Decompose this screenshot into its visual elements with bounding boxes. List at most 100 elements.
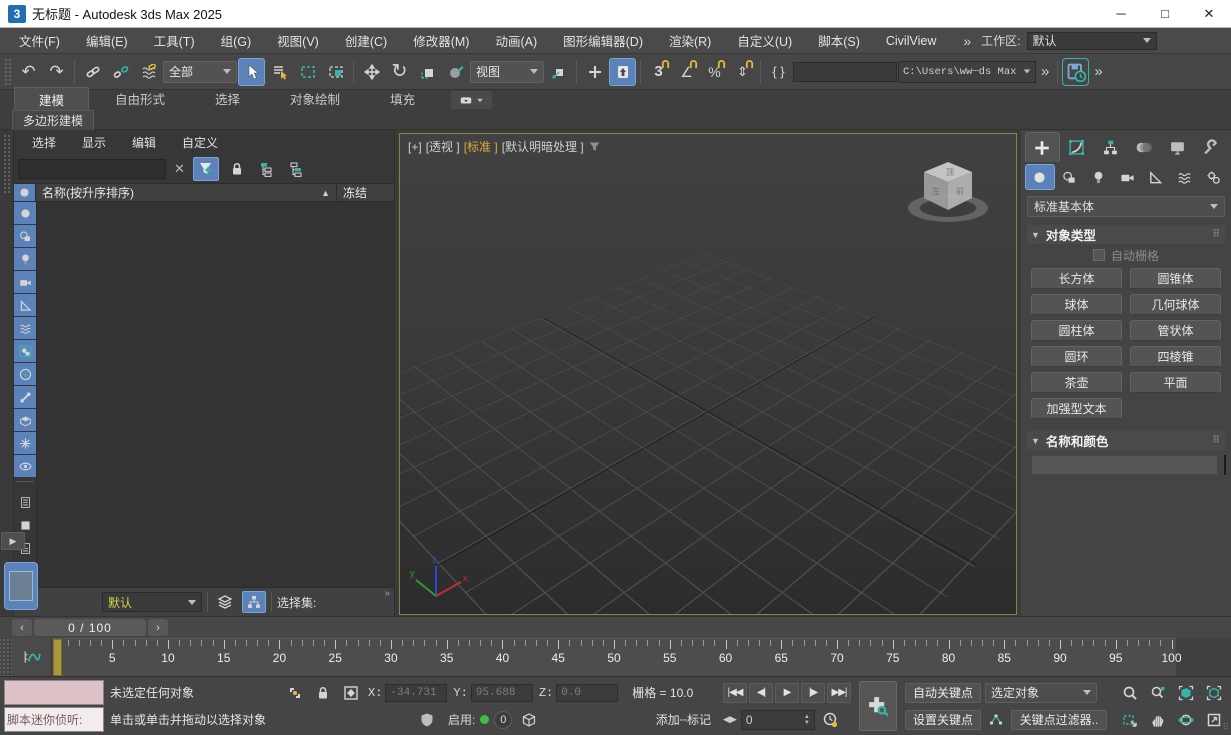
panel-tab-modify[interactable]	[1061, 132, 1094, 162]
notification-count-badge[interactable]: 0	[494, 711, 512, 729]
create-category-shapes[interactable]	[1056, 164, 1084, 190]
expand-tree-icon[interactable]	[255, 157, 279, 181]
create-管状体-button[interactable]: 管状体	[1130, 320, 1221, 341]
absolute-transform-icon[interactable]	[340, 683, 362, 703]
search-filter-button[interactable]	[193, 157, 219, 181]
x-coordinate-field[interactable]: -34.731	[385, 684, 447, 702]
explorer-menu-自定义[interactable]: 自定义	[182, 134, 218, 151]
zoom-extents-all-button[interactable]	[1201, 680, 1227, 705]
autogrid-checkbox[interactable]	[1093, 249, 1105, 261]
hierarchy-view-icon[interactable]	[242, 591, 266, 613]
select-and-scale-button[interactable]	[414, 58, 441, 86]
create-四棱锥-button[interactable]: 四棱锥	[1130, 346, 1221, 367]
select-and-manipulate-button[interactable]	[581, 58, 608, 86]
close-button[interactable]: ✕	[1187, 0, 1231, 27]
zoom-all-button[interactable]	[1145, 680, 1171, 705]
name-color-rollout-header[interactable]: ▼名称和颜色⠿	[1027, 431, 1225, 450]
select-object-button[interactable]	[238, 58, 265, 86]
category-dropdown[interactable]: 标准基本体	[1027, 196, 1225, 217]
explorer-overflow-icon[interactable]: »	[384, 588, 390, 599]
menu-item-2[interactable]: 编辑(E)	[73, 28, 141, 53]
create-平面-button[interactable]: 平面	[1130, 372, 1221, 393]
object-name-field[interactable]	[1031, 455, 1218, 475]
panel-tab-utilities[interactable]	[1195, 132, 1228, 162]
create-category-systems[interactable]	[1199, 164, 1227, 190]
mini-curve-editor-button[interactable]	[12, 638, 52, 676]
zoom-extents-button[interactable]	[1173, 680, 1199, 705]
select-and-place-button[interactable]	[442, 58, 469, 86]
create-几何球体-button[interactable]: 几何球体	[1130, 294, 1221, 315]
redo-button[interactable]: ↷	[43, 58, 70, 86]
create-加强型文本-button[interactable]: 加强型文本	[1031, 398, 1122, 419]
column-name-header[interactable]: 名称(按升序排序) ▲	[36, 184, 336, 201]
trackbar-grip[interactable]	[0, 638, 12, 676]
create-长方体-button[interactable]: 长方体	[1031, 268, 1122, 289]
explorer-menu-编辑[interactable]: 编辑	[132, 134, 156, 151]
select-by-name-button[interactable]	[266, 58, 293, 86]
pan-button[interactable]	[1145, 707, 1171, 732]
explorer-menu-显示[interactable]: 显示	[82, 134, 106, 151]
display-cameras-icon[interactable]	[14, 271, 36, 293]
panel-tab-create[interactable]	[1025, 132, 1060, 162]
menu-item-13[interactable]: CivilView	[873, 28, 949, 53]
selection-lock-icon[interactable]	[312, 683, 334, 703]
named-set-dropdown[interactable]: 默认	[102, 592, 202, 612]
viewport-render-preset-menu[interactable]: [标准 ]	[464, 138, 498, 155]
menu-item-7[interactable]: 修改器(M)	[400, 28, 482, 53]
maxscript-mini-listener[interactable]: 脚本迷你侦听:	[4, 680, 104, 732]
window-crossing-toggle[interactable]	[322, 58, 349, 86]
viewport-filter-icon[interactable]	[588, 140, 601, 153]
listener-macro-pane[interactable]	[4, 680, 104, 705]
previous-frame-button[interactable]: ‹	[12, 619, 32, 636]
menu-item-12[interactable]: 脚本(S)	[805, 28, 873, 53]
time-slider-handle[interactable]: 0 / 100	[34, 619, 146, 636]
time-configuration-icon[interactable]	[819, 710, 841, 730]
collapse-tree-icon[interactable]	[285, 157, 309, 181]
window-resize-grip[interactable]: ⠿	[1222, 722, 1229, 733]
layout-flyout-button[interactable]: ▶	[1, 532, 25, 550]
display-particles-icon[interactable]	[14, 432, 36, 454]
viewport-shading-menu[interactable]: [默认明暗处理 ]	[502, 138, 584, 155]
menu-item-5[interactable]: 视图(V)	[264, 28, 332, 53]
display-containers-icon[interactable]	[14, 409, 36, 431]
next-frame-button[interactable]: ›	[148, 619, 168, 636]
clear-search-icon[interactable]: ✕	[172, 161, 187, 177]
orbit-button[interactable]	[1173, 707, 1199, 732]
rectangular-selection-region-button[interactable]	[294, 58, 321, 86]
create-category-spacewarps[interactable]	[1171, 164, 1199, 190]
minimize-button[interactable]: ─	[1099, 0, 1143, 27]
panel-tab-hierarchy[interactable]	[1094, 132, 1127, 162]
next-frame-button[interactable]: |▶	[801, 683, 825, 703]
snaps-toggle-3d[interactable]: 3	[645, 58, 672, 86]
menu-item-1[interactable]: 文件(F)	[6, 28, 73, 53]
key-filters-icon[interactable]	[985, 710, 1007, 730]
ribbon-tab-自由形式[interactable]: 自由形式	[91, 87, 189, 111]
scene-object-list[interactable]	[36, 202, 394, 587]
strip-grip[interactable]	[3, 134, 11, 194]
layer-explorer-icon[interactable]	[213, 591, 237, 613]
frame-step-icon[interactable]: ◀▶	[723, 714, 737, 725]
create-category-cameras[interactable]	[1113, 164, 1141, 190]
go-to-start-button[interactable]: |◀◀	[723, 683, 747, 703]
create-圆环-button[interactable]: 圆环	[1031, 346, 1122, 367]
ribbon-tab-建模[interactable]: 建模	[14, 87, 89, 111]
menu-item-4[interactable]: 组(G)	[208, 28, 265, 53]
angle-snap-toggle[interactable]: ∠	[673, 58, 700, 86]
project-folder-dropdown[interactable]: C:\Users\ww┄ds Max 2025	[898, 61, 1036, 83]
menu-item-9[interactable]: 图形编辑器(D)	[550, 28, 656, 53]
listener-label[interactable]: 脚本迷你侦听:	[4, 707, 104, 732]
object-color-swatch[interactable]	[1224, 455, 1226, 475]
z-coordinate-field[interactable]: 0.0	[556, 684, 618, 702]
selection-filter-dropdown[interactable]: 全部	[163, 61, 237, 83]
display-hidden-icon[interactable]	[14, 455, 36, 477]
panel-tab-motion[interactable]	[1128, 132, 1161, 162]
set-key-toggle[interactable]: 设置关键点	[905, 710, 981, 730]
toolbar-overflow-icon[interactable]: »	[1037, 63, 1053, 80]
create-球体-button[interactable]: 球体	[1031, 294, 1122, 315]
create-圆锥体-button[interactable]: 圆锥体	[1130, 268, 1221, 289]
play-button[interactable]: ▶	[775, 683, 799, 703]
previous-frame-button[interactable]: ◀|	[749, 683, 773, 703]
object-type-rollout-header[interactable]: ▼对象类型⠿	[1027, 225, 1225, 244]
list-view-icon[interactable]	[14, 491, 36, 513]
workspace-dropdown[interactable]: 默认	[1027, 32, 1157, 50]
